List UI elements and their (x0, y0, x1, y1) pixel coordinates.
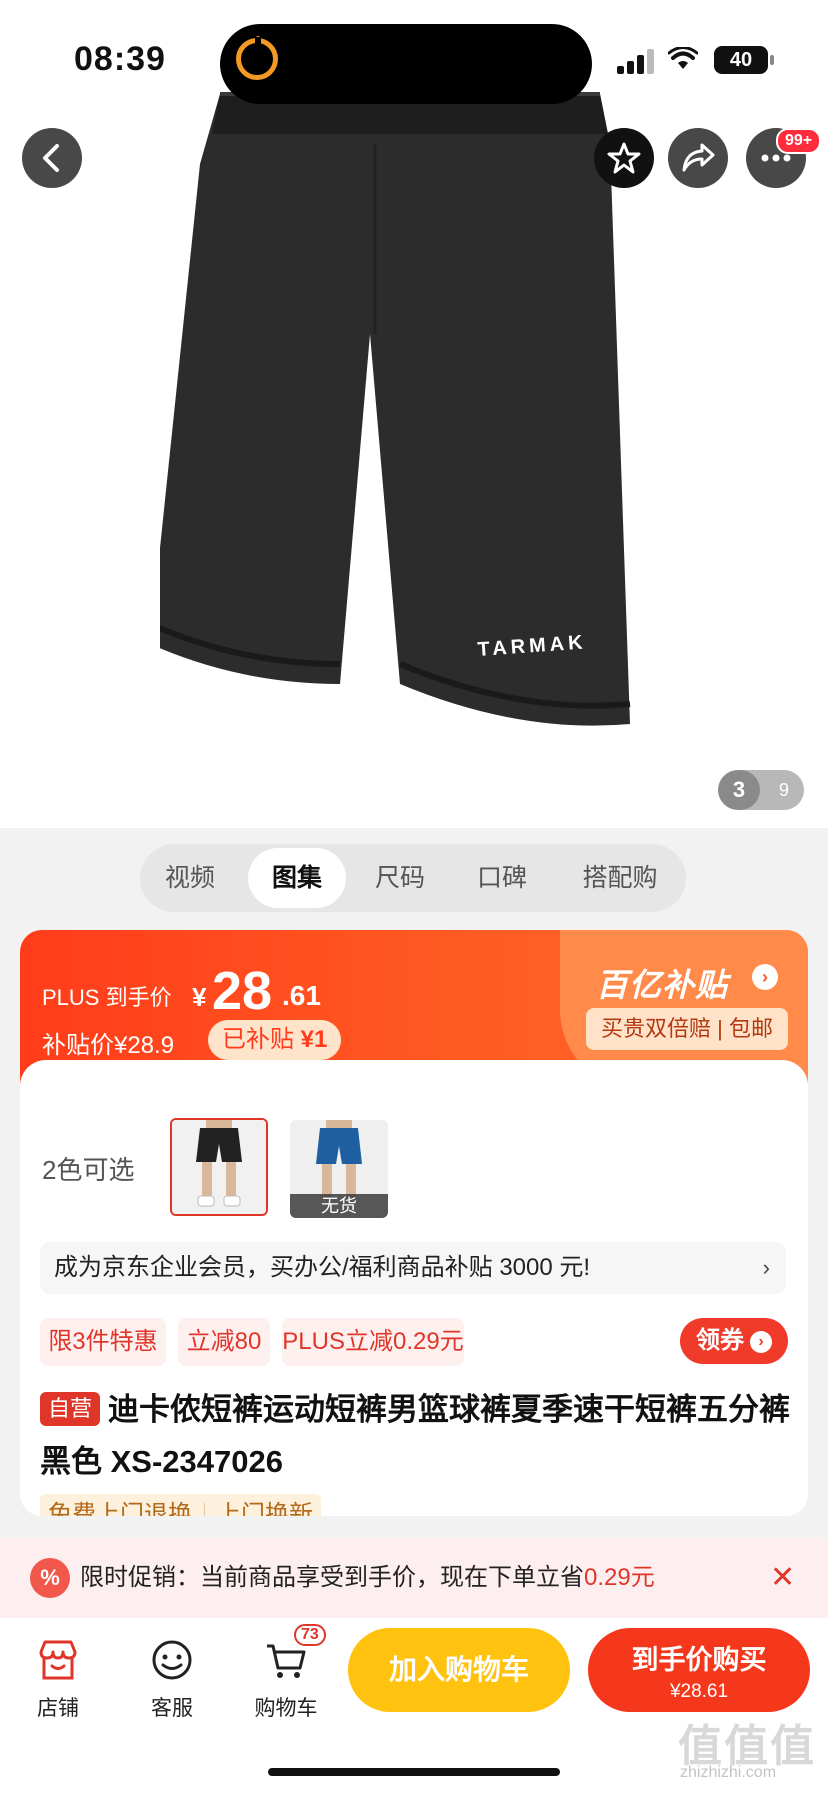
notification-badge: 99+ (776, 128, 822, 154)
buy-now-button[interactable]: 到手价购买 ¥28.61 (588, 1628, 810, 1712)
cart-icon: 73 (264, 1624, 326, 1682)
home-indicator[interactable] (268, 1768, 560, 1776)
pager-current: 3 (718, 770, 760, 810)
back-button[interactable] (22, 128, 82, 188)
tab-gallery[interactable]: 图集 (248, 848, 346, 908)
promo-tag-plus[interactable]: PLUS立减0.29元 (282, 1318, 464, 1366)
tab-size[interactable]: 尺码 (350, 844, 450, 912)
price-integer: 28 (212, 961, 273, 1021)
currency-symbol: ¥ (192, 982, 207, 1012)
service-tags[interactable]: 免费上门退换 上门换新 (40, 1494, 321, 1516)
discount-icon: % (30, 1558, 70, 1598)
promo-tag-discount[interactable]: 立减80 (178, 1318, 270, 1366)
plus-price-label: PLUS 到手价 (42, 985, 172, 1010)
nav-store[interactable]: 店铺 (18, 1638, 98, 1722)
product-info-card: PLUS 到手价 ¥ 28 .61 补贴价¥28.9 已补贴 ¥1 百亿补贴 ›… (20, 930, 808, 1516)
nav-cart[interactable]: 73 购物车 (246, 1624, 326, 1722)
enterprise-banner-text: 成为京东企业会员，买办公/福利商品补贴 3000 元! (54, 1254, 591, 1281)
add-to-cart-button[interactable]: 加入购物车 (348, 1628, 570, 1712)
get-coupon-button[interactable]: 领券 › (680, 1318, 788, 1364)
buy-now-price: ¥28.61 (669, 1681, 729, 1702)
chevron-left-icon (43, 144, 59, 172)
tab-outfit[interactable]: 搭配购 (560, 844, 680, 912)
service-replace: 上门换新 (217, 1501, 313, 1516)
chevron-right-icon: › (762, 1255, 770, 1280)
status-time: 08:39 (74, 40, 166, 78)
close-icon[interactable]: ✕ (770, 1538, 795, 1618)
color-swatch-black[interactable] (170, 1118, 268, 1216)
star-icon (607, 142, 641, 174)
more-dots-icon (761, 154, 791, 162)
out-of-stock-label: 无货 (290, 1194, 388, 1218)
dynamic-island (220, 24, 592, 104)
promo-bar-text: 限时促销：当前商品享受到手价，现在下单立省0.29元 (80, 1564, 655, 1591)
cart-count-badge: 73 (294, 1624, 326, 1646)
product-image-gallery[interactable]: TARMAK 08:39 40 99+ 3 9 (0, 0, 828, 828)
chevron-right-icon: › (752, 964, 778, 990)
product-title: 自营 迪卡侬短裤运动短裤男篮球裤夏季速干短裤五分裤黑色 XS-2347026 (40, 1392, 791, 1479)
limited-promo-bar: % 限时促销：当前商品享受到手价，现在下单立省0.29元 ✕ (0, 1538, 828, 1618)
status-bar: 08:39 40 (0, 0, 828, 110)
price-decimal: .61 (282, 980, 321, 1011)
color-swatch-blue[interactable]: 无货 (290, 1120, 388, 1218)
self-operated-badge: 自营 (40, 1392, 101, 1426)
customer-service-icon (150, 1638, 194, 1682)
buy-now-label: 到手价购买 (631, 1645, 767, 1675)
product-photo-shorts: TARMAK (160, 92, 631, 726)
tab-reviews[interactable]: 口碑 (452, 844, 552, 912)
chevron-right-icon: › (750, 1331, 772, 1353)
color-count-label: 2色可选 (42, 1155, 135, 1185)
wifi-icon (667, 46, 699, 78)
product-details: 2色可选 无货 成为京东企业会员，买办公/福利商品补贴 3000 元! › 限3… (20, 1060, 808, 1516)
enterprise-member-banner[interactable]: 成为京东企业会员，买办公/福利商品补贴 3000 元! › (40, 1242, 786, 1294)
watermark-url: zhizhizhi.com (680, 1764, 777, 1781)
swatch-black-thumbnail (172, 1120, 266, 1214)
tab-video[interactable]: 视频 (140, 844, 240, 912)
nav-customer-service-label: 客服 (151, 1697, 193, 1720)
nav-customer-service[interactable]: 客服 (132, 1638, 212, 1722)
subsidy-price-label: 补贴价¥28.9 (42, 1032, 175, 1059)
cellular-signal-icon (617, 48, 657, 74)
share-button[interactable] (668, 128, 728, 188)
pager-total: 9 (778, 780, 789, 800)
subsidized-tag: 已补贴 ¥1 (208, 1020, 342, 1060)
nav-cart-label: 购物车 (254, 1697, 318, 1720)
promo-tag-bundle[interactable]: 限3件特惠 (40, 1318, 166, 1366)
program-guarantee-tags: 买贵双倍赔 | 包邮 (586, 1008, 788, 1050)
battery-icon: 40 (714, 46, 774, 74)
media-tabs: 视频 图集 尺码 口碑 搭配购 (140, 844, 686, 912)
share-icon (682, 143, 715, 172)
program-title[interactable]: 百亿补贴 (596, 960, 728, 1006)
timer-ring-icon (236, 36, 278, 80)
image-pager: 3 9 (718, 770, 804, 810)
favorite-button[interactable] (594, 128, 654, 188)
nav-store-label: 店铺 (37, 1697, 79, 1720)
store-icon (36, 1638, 80, 1682)
service-free-return: 免费上门退换 (48, 1501, 192, 1516)
